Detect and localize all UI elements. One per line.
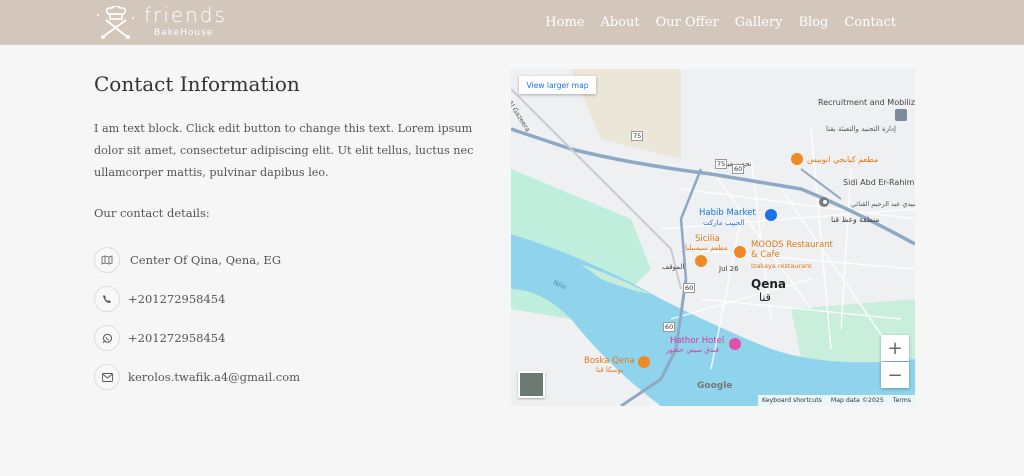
map-label-boska-ar: بوسكا قنا	[596, 366, 624, 374]
logo-subtext: BakeHouse	[154, 28, 214, 38]
zoom-out-button[interactable]: −	[881, 362, 909, 388]
map-layer-toggle[interactable]	[518, 371, 545, 398]
road-shield-60a: 60	[732, 164, 745, 174]
zoom-in-button[interactable]: +	[881, 335, 909, 361]
nav-about[interactable]: About	[600, 15, 639, 30]
map-label-habib: Habib Market	[699, 208, 756, 218]
contact-phone: +201272958454	[94, 286, 225, 312]
map-label-mawqaf: الموقف	[662, 263, 685, 271]
logo-text: friends	[144, 3, 227, 27]
whatsapp-text[interactable]: +201272958454	[128, 331, 225, 345]
map-icon	[94, 247, 120, 273]
map-label-sidi: Sidi Abd Er-Rahim Mos	[843, 178, 915, 187]
road-shield-75b: 75	[715, 159, 728, 169]
logo[interactable]: friends BakeHouse	[92, 3, 232, 42]
terms-link[interactable]: Terms	[893, 397, 911, 404]
contact-email: kerolos.twafik.a4@gmail.com	[94, 364, 300, 390]
map-label-boska: Boska Qena	[584, 356, 635, 366]
map-label-habib-ar: الحبيب ماركت	[703, 219, 745, 227]
contact-whatsapp: +201272958454	[94, 325, 225, 351]
intro-text: I am text block. Click edit button to ch…	[94, 122, 474, 179]
map-label-qena: Qena	[751, 277, 786, 291]
map-data-text: Map data ©2025	[830, 397, 884, 404]
map-attribution: Keyboard shortcuts Map data ©2025 Terms	[757, 395, 915, 406]
map-label-recruitment-ar: إدارة التجنيد والتعبئة بقنا	[826, 125, 896, 133]
nav-home[interactable]: Home	[545, 15, 584, 30]
map-label-moods: MOODS Restaurant & Cafe	[751, 240, 833, 260]
google-logo: Google	[697, 381, 733, 391]
phone-icon	[94, 286, 120, 312]
keyboard-shortcuts-link[interactable]: Keyboard shortcuts	[762, 397, 822, 404]
google-map[interactable]: Recruitment and Mobilization إدارة التجن…	[511, 69, 915, 406]
nav-our-offer[interactable]: Our Offer	[656, 15, 719, 30]
road-shield-75a: 75	[631, 131, 644, 141]
map-label-manteqa: منطقة وعظ قنا	[831, 215, 880, 224]
contact-details-label: Our contact details:	[94, 206, 210, 220]
map-label-hathor: Hathor Hotel	[670, 336, 725, 346]
chef-logo-icon	[97, 6, 134, 39]
map-label-jul26: Jul 26	[719, 265, 739, 273]
map-label-recruitment: Recruitment and Mobilization	[818, 98, 915, 107]
map-label-restaurant-ar: مطعم كبابجي انوبيس	[807, 155, 879, 164]
road-shield-60b: 60	[683, 283, 696, 293]
map-label-moods-sub: Izakaya restaurant	[751, 262, 812, 270]
phone-text[interactable]: +201272958454	[128, 292, 225, 306]
road-shield-60c: 60	[663, 322, 676, 332]
contact-address: Center Of Qina, Qena, EG	[94, 247, 281, 273]
map-label-hathor-ar: فندق سيتي حتحور	[666, 346, 719, 354]
address-text: Center Of Qina, Qena, EG	[130, 253, 281, 267]
site-header: friends BakeHouse Home About Our Offer G…	[0, 0, 1024, 45]
map-label-sidi-ar: جامع سيدي عبد الرحيم القنائي	[851, 200, 915, 208]
nav-contact[interactable]: Contact	[844, 15, 896, 30]
page-title: Contact Information	[94, 72, 300, 96]
main-nav: Home About Our Offer Gallery Blog Contac…	[529, 0, 896, 45]
view-larger-map-button[interactable]: View larger map	[519, 76, 596, 94]
whatsapp-icon	[94, 325, 120, 351]
email-text[interactable]: kerolos.twafik.a4@gmail.com	[128, 370, 300, 384]
nav-blog[interactable]: Blog	[799, 15, 829, 30]
map-label-sicilia: Sicilia	[695, 234, 720, 244]
map-label-qena-ar: قنا	[759, 291, 771, 304]
map-label-sicilia-ar: مطعم سيسيليا	[685, 244, 728, 252]
envelope-icon	[94, 364, 120, 390]
nav-gallery[interactable]: Gallery	[735, 15, 783, 30]
